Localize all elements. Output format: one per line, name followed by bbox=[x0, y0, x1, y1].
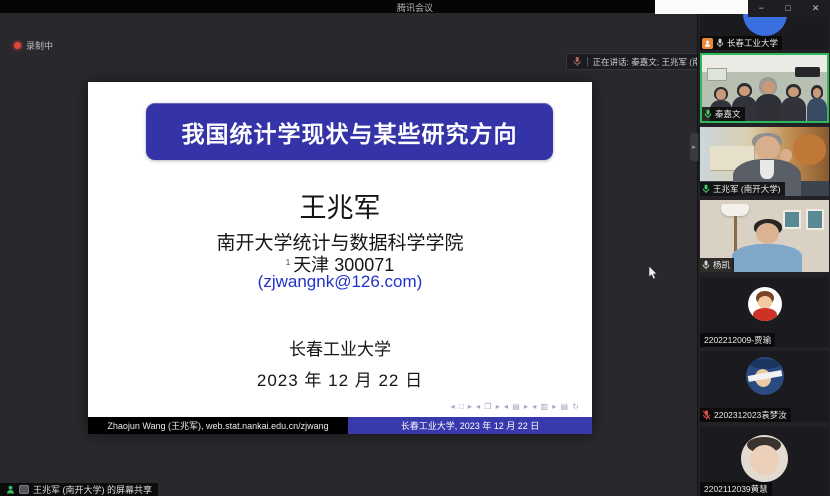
participant-label: 2202312023袁梦汝 bbox=[700, 408, 791, 422]
speaking-label: 正在讲话: 秦嘉文; 王兆军 (南.. bbox=[593, 56, 700, 68]
participant-label: 2202212009-贾瑜 bbox=[700, 333, 775, 347]
recording-label: 录制中 bbox=[26, 39, 53, 52]
slide-title-box: 我国统计学现状与某些研究方向 bbox=[146, 103, 553, 160]
presentation-slide: 我国统计学现状与某些研究方向 王兆军 南开大学统计与数据科学学院 1天津 300… bbox=[88, 82, 592, 434]
minimize-button[interactable]: − bbox=[759, 4, 764, 13]
slide-title: 我国统计学现状与某些研究方向 bbox=[182, 115, 518, 149]
close-button[interactable]: ✕ bbox=[812, 4, 820, 13]
mic-muted-icon bbox=[702, 410, 711, 420]
participant-person bbox=[741, 219, 793, 272]
classroom-tv bbox=[795, 67, 820, 78]
maximize-button[interactable]: □ bbox=[785, 4, 790, 13]
participant-label: 王兆军 (南开大学) bbox=[700, 182, 785, 196]
avatar bbox=[743, 14, 787, 36]
sidebar-collapse-handle[interactable]: ▸ bbox=[690, 133, 698, 161]
screen-share-area: 录制中 正在讲话: 秦嘉文; 王兆军 (南.. 我国统计学现状与某些研究方向 王… bbox=[0, 13, 697, 496]
video-tile-qinjiawen[interactable]: 秦嘉文 bbox=[700, 53, 829, 123]
slide-email: (zjwangnk@126.com) bbox=[88, 272, 592, 292]
floor-lamp bbox=[721, 204, 749, 216]
beamer-navigation-icons: ◂ □ ▸ ◂ ❐ ▸ ◂ ▤ ▸ ◂ ▥ ▸ ▤ ↻ bbox=[451, 402, 580, 411]
video-tile-yangkai[interactable]: 杨凯 bbox=[700, 200, 829, 272]
avatar bbox=[746, 357, 784, 395]
slide-footer: Zhaojun Wang (王兆军), web.stat.nankai.edu.… bbox=[88, 417, 592, 434]
video-tile-huanghui[interactable]: 2202112039黄慧 bbox=[700, 427, 829, 496]
audience-person bbox=[807, 85, 827, 121]
presenter-person-icon bbox=[6, 485, 15, 494]
screen-share-label: 王兆军 (南开大学) 的屏幕共享 bbox=[33, 483, 152, 496]
participant-name: 王兆军 (南开大学) bbox=[713, 183, 781, 195]
mic-on-icon bbox=[716, 38, 724, 48]
slide-footer-venue: 长春工业大学, 2023 年 12 月 22 日 bbox=[348, 417, 592, 434]
participant-label: 秦嘉文 bbox=[702, 107, 745, 121]
participant-name: 杨凯 bbox=[713, 259, 730, 271]
mic-on-icon bbox=[702, 260, 710, 270]
wall-picture bbox=[806, 209, 824, 231]
avatar bbox=[741, 435, 788, 482]
participant-label: 杨凯 bbox=[700, 258, 734, 272]
screen-share-statusbar: 王兆军 (南开大学) 的屏幕共享 bbox=[0, 483, 158, 496]
participant-name: 长春工业大学 bbox=[727, 37, 778, 49]
participant-video-sidebar: ▸ 长春工业大学 bbox=[697, 13, 830, 496]
shared-app-icon bbox=[19, 485, 29, 494]
window-controls: − □ ✕ bbox=[748, 0, 830, 17]
autumn-tree bbox=[793, 134, 827, 165]
participant-name: 2202112039黄慧 bbox=[704, 483, 768, 495]
institute-marker: 1 bbox=[286, 258, 290, 267]
background-window-fragment bbox=[655, 0, 748, 14]
slide-footer-author: Zhaojun Wang (王兆军), web.stat.nankai.edu.… bbox=[88, 417, 348, 434]
mic-speaking-icon bbox=[704, 109, 712, 119]
avatar bbox=[748, 287, 782, 321]
slide-author: 王兆军 bbox=[88, 186, 592, 225]
recording-dot-icon bbox=[14, 42, 21, 49]
video-tile-wangzhaojun[interactable]: 王兆军 (南开大学) bbox=[700, 127, 829, 196]
audience-person bbox=[781, 84, 806, 121]
participant-name: 秦嘉文 bbox=[715, 108, 741, 120]
participant-name: 2202312023袁梦汝 bbox=[714, 409, 787, 421]
mouse-cursor-icon bbox=[648, 265, 659, 281]
mic-speaking-icon bbox=[702, 184, 710, 194]
participant-label: 长春工业大学 bbox=[700, 36, 782, 50]
participant-name: 2202212009-贾瑜 bbox=[704, 334, 771, 346]
recording-indicator: 录制中 bbox=[14, 39, 53, 52]
participant-label: 2202112039黄慧 bbox=[700, 482, 772, 496]
video-tile-yuanmengru[interactable]: 2202312023袁梦汝 bbox=[700, 351, 829, 422]
slide-venue: 长春工业大学 bbox=[88, 335, 592, 360]
speaking-indicator: 正在讲话: 秦嘉文; 王兆军 (南.. bbox=[566, 53, 706, 70]
video-tile-jiayu[interactable]: 2202212009-贾瑜 bbox=[700, 277, 829, 347]
microphone-icon bbox=[573, 56, 582, 67]
video-tile-changchun-univ[interactable]: 长春工业大学 bbox=[700, 14, 829, 50]
slide-date: 2023 年 12 月 22 日 bbox=[88, 366, 592, 391]
host-badge-icon bbox=[702, 38, 713, 49]
divider bbox=[587, 57, 588, 66]
audience-person-elder bbox=[755, 77, 783, 121]
classroom-window bbox=[707, 68, 727, 81]
tencent-meeting-window: 腾讯会议 − □ ✕ 录制中 正在讲话: 秦嘉文; 王兆军 (南.. 我国统计学… bbox=[0, 0, 830, 496]
